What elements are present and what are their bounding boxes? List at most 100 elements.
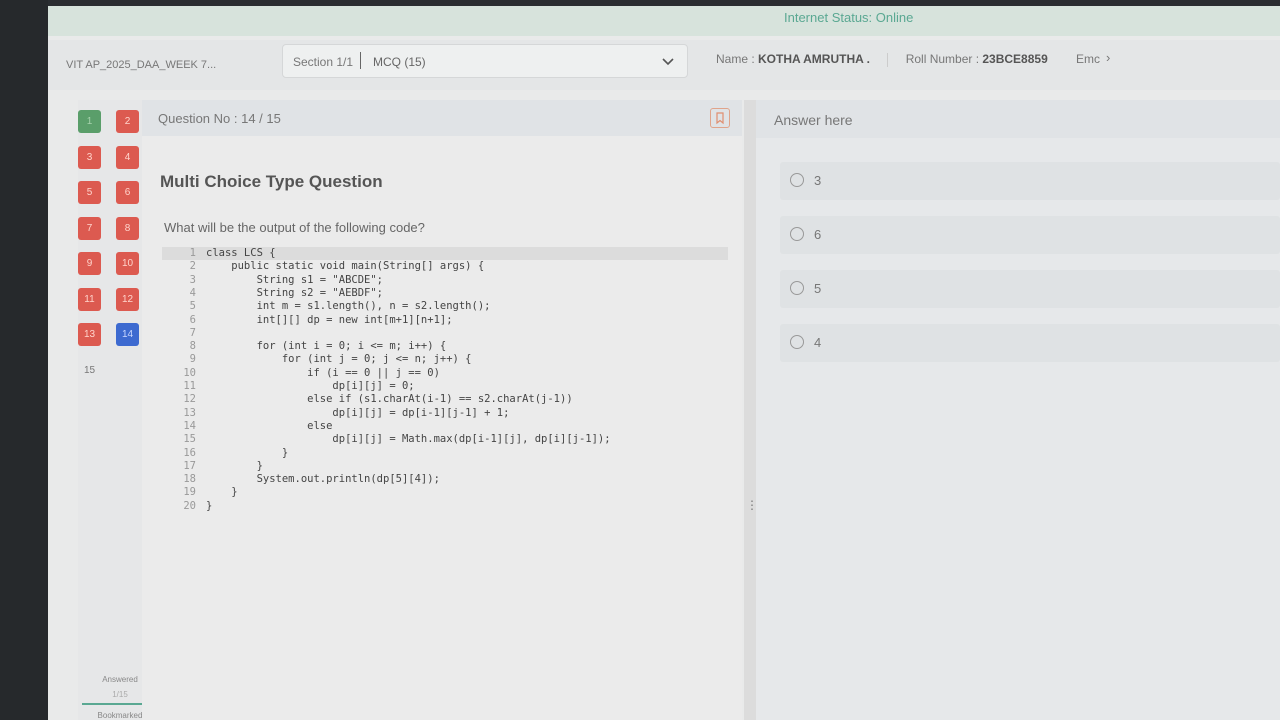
- line-number: 9: [189, 353, 196, 366]
- line-number: 15: [183, 433, 196, 446]
- question-number: Question No : 14 / 15: [158, 111, 281, 126]
- code-line: 10 if (i == 0 || j == 0): [162, 367, 440, 380]
- line-number: 14: [183, 419, 196, 432]
- code-line: 20}: [162, 500, 212, 513]
- code-line: 18 System.out.println(dp[5][4]);: [162, 473, 440, 486]
- code-line: 12 else if (s1.charAt(i-1) == s2.charAt(…: [162, 393, 573, 406]
- code-line: 5 int m = s1.length(), n = s2.length();: [162, 300, 491, 313]
- radio-button[interactable]: [790, 173, 804, 187]
- question-nav-button[interactable]: 13: [78, 323, 101, 346]
- question-text: What will be the output of the following…: [164, 220, 425, 235]
- code-line: 7: [162, 327, 206, 340]
- answer-option[interactable]: 5: [780, 270, 1280, 308]
- question-nav-button[interactable]: 2: [116, 110, 139, 133]
- code-line: 15 dp[i][j] = Math.max(dp[i-1][j], dp[i]…: [162, 433, 611, 446]
- line-number: 10: [183, 366, 196, 379]
- question-nav-button[interactable]: 10: [116, 252, 139, 275]
- section-dropdown[interactable]: Section 1/1 MCQ (15): [282, 44, 688, 78]
- answer-option[interactable]: 4: [780, 324, 1280, 362]
- question-panel: Question No : 14 / 15 Multi Choice Type …: [142, 100, 742, 720]
- code-line: 3 String s1 = "ABCDE";: [162, 274, 383, 287]
- line-number: 4: [189, 286, 196, 299]
- code-text: dp[i][j] = dp[i-1][j-1] + 1;: [206, 406, 510, 419]
- option-label: 4: [814, 335, 822, 350]
- code-text: dp[i][j] = Math.max(dp[i-1][j], dp[i][j-…: [206, 433, 611, 446]
- answer-option[interactable]: 3: [780, 162, 1280, 200]
- code-line: 4 String s2 = "AEBDF";: [162, 287, 383, 300]
- code-text: if (i == 0 || j == 0): [206, 366, 440, 379]
- scroll-right-icon[interactable]: ›: [1106, 50, 1110, 65]
- line-number: 17: [183, 459, 196, 472]
- line-number: 8: [189, 340, 196, 353]
- status-bar: Internet Status: Online: [48, 6, 1280, 36]
- question-nav-button[interactable]: 5: [78, 181, 101, 204]
- question-nav-button[interactable]: 3: [78, 145, 101, 169]
- line-number: 16: [183, 446, 196, 459]
- line-number: 13: [183, 406, 196, 419]
- code-text: else if (s1.charAt(i-1) == s2.charAt(j-1…: [206, 393, 573, 406]
- question-nav-button[interactable]: 6: [116, 181, 139, 204]
- code-line: 16 }: [162, 447, 288, 460]
- chevron-down-icon: [662, 58, 674, 66]
- answer-title: Answer here: [774, 112, 853, 128]
- answer-panel: Answer here 3 6 5 4: [756, 100, 1280, 720]
- code-text: }: [206, 486, 238, 499]
- section-separator: [360, 52, 361, 69]
- radio-button[interactable]: [790, 281, 804, 295]
- line-number: 20: [183, 499, 196, 512]
- email-label: Emc: [1076, 52, 1100, 66]
- bookmark-icon: [716, 112, 724, 125]
- code-line: 13 dp[i][j] = dp[i-1][j-1] + 1;: [162, 407, 509, 420]
- code-line: 1 class LCS {: [162, 247, 728, 260]
- line-number: 18: [183, 473, 196, 486]
- name-label: Name :: [716, 52, 759, 66]
- question-nav-button[interactable]: 1: [78, 110, 101, 133]
- code-text: class LCS {: [206, 247, 276, 259]
- code-line: 2 public static void main(String[] args)…: [162, 260, 484, 273]
- line-number: 2: [189, 260, 196, 273]
- question-nav-button[interactable]: 8: [116, 216, 139, 240]
- code-text: else: [206, 419, 333, 432]
- code-text: for (int j = 0; j <= n; j++) {: [206, 353, 472, 366]
- code-block: 1 class LCS {2 public static void main(St…: [162, 247, 728, 513]
- monitor-bezel: [0, 0, 48, 720]
- section-label: Section 1/1: [293, 55, 354, 69]
- question-type: Multi Choice Type Question: [160, 172, 383, 191]
- question-nav-button[interactable]: 9: [78, 252, 101, 275]
- line-number: 12: [183, 393, 196, 406]
- internet-status: Internet Status: Online: [784, 10, 914, 25]
- question-nav-button[interactable]: 12: [116, 287, 139, 311]
- line-number: 7: [189, 326, 196, 339]
- question-nav-button[interactable]: 15: [78, 359, 101, 382]
- code-line: 8 for (int i = 0; i <= m; i++) {: [162, 340, 447, 353]
- answer-header: Answer here: [756, 100, 1280, 138]
- line-number: 1: [189, 247, 196, 259]
- line-number: 5: [189, 300, 196, 313]
- code-text: String s1 = "ABCDE";: [206, 273, 384, 286]
- option-label: 6: [814, 227, 822, 242]
- code-line: 17 }: [162, 460, 263, 473]
- code-line: 19 }: [162, 486, 238, 499]
- candidate-name: KOTHA AMRUTHA .: [758, 52, 870, 66]
- bookmark-button[interactable]: [710, 108, 730, 128]
- question-nav-button[interactable]: 4: [116, 145, 139, 169]
- code-text: dp[i][j] = 0;: [206, 380, 415, 392]
- line-number: 6: [189, 313, 196, 326]
- question-nav-button[interactable]: 11: [78, 287, 101, 311]
- radio-button[interactable]: [790, 335, 804, 349]
- question-nav-button[interactable]: 14: [116, 323, 139, 346]
- code-line: 11 dp[i][j] = 0;: [162, 380, 415, 393]
- section-value: MCQ (15): [373, 55, 426, 69]
- code-text: int m = s1.length(), n = s2.length();: [206, 300, 491, 313]
- radio-button[interactable]: [790, 227, 804, 241]
- code-text: }: [206, 499, 213, 512]
- info-divider: [887, 52, 889, 67]
- roll-number: 23BCE8859: [982, 52, 1048, 66]
- code-text: System.out.println(dp[5][4]);: [206, 473, 440, 486]
- question-nav-button[interactable]: 7: [78, 216, 101, 240]
- answer-option[interactable]: 6: [780, 216, 1280, 254]
- exam-screen: Internet Status: Online VIT AP_2025_DAA_…: [48, 6, 1280, 720]
- panel-divider[interactable]: ⋮⋮: [744, 100, 768, 720]
- line-number: 11: [183, 380, 196, 392]
- code-text: for (int i = 0; i <= m; i++) {: [206, 340, 447, 353]
